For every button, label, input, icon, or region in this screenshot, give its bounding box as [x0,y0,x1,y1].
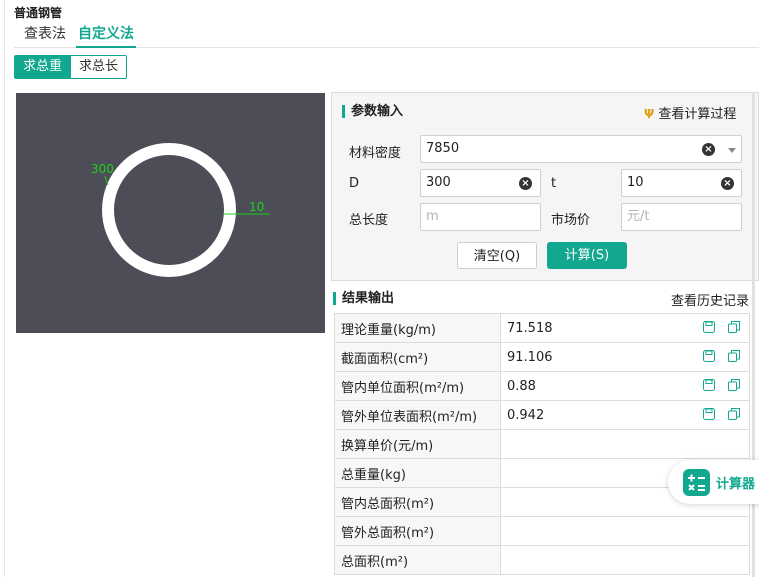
result-row: 管外总面积(m²) [334,516,750,546]
view-process-label: 查看计算过程 [658,107,737,122]
result-value-cell [500,545,750,575]
copy-icon[interactable] [728,321,740,333]
diameter-leader [104,175,109,186]
t-label: t [551,176,557,191]
diameter-label: 300 [91,162,114,176]
density-label: 材料密度 [349,146,402,161]
save-icon[interactable] [703,379,715,391]
params-panel: 参数输入 Ψ 查看计算过程 材料密度 7850 × D 300 × t 10 ×… [331,92,759,281]
calculator-icon [683,469,710,496]
result-row: 截面面积(cm²) 91.106 [334,342,750,372]
pipe-ring [102,143,236,277]
result-row: 管内单位面积(m²/m) 0.88 [334,371,750,401]
result-value: 0.942 [507,407,545,423]
result-value-cell: 91.106 [500,342,750,372]
d-clear-icon[interactable]: × [519,177,532,190]
result-row: 理论重量(kg/m) 71.518 [334,313,750,343]
thickness-label: 10 [249,200,264,214]
results-table: 理论重量(kg/m) 71.518 截面面积(cm²) 91.106 管内单位面积(m²… [334,313,750,575]
formula-icon: Ψ [644,107,655,121]
result-value-cell [500,516,750,546]
copy-icon[interactable] [728,408,740,420]
scrollbar[interactable] [752,92,755,577]
result-label: 管外单位表面积(m²/m) [334,400,501,430]
result-value-cell [500,429,750,459]
chevron-down-icon[interactable] [728,148,736,153]
result-row: 总面积(m²) [334,545,750,575]
result-value-cell: 0.88 [500,371,750,401]
pipe-preview: 300 10 [16,93,325,333]
result-value: 71.518 [507,320,553,336]
pipe-cross-section: 300 10 [91,143,270,277]
save-icon[interactable] [703,321,715,333]
price-label: 市场价 [551,213,591,228]
price-input[interactable]: 元/t [621,203,742,231]
tab-lookup[interactable]: 查表法 [22,24,68,46]
clear-button[interactable]: 清空(Q) [457,242,537,269]
view-history-link[interactable]: 查看历史记录 [671,290,749,309]
result-row: 换算单价(元/m) [334,429,750,459]
length-label: 总长度 [349,213,389,228]
result-row: 管外单位表面积(m²/m) 0.942 [334,400,750,430]
calculate-button[interactable]: 计算(S) [547,242,627,269]
mode-toggle: 求总重 求总长 [14,55,128,79]
view-process-link[interactable]: Ψ 查看计算过程 [644,103,736,122]
result-label: 管内总面积(m²) [334,487,501,517]
params-title: 参数输入 [342,105,403,118]
save-icon[interactable] [703,350,715,362]
calculator-label: 计算器 [716,477,756,492]
density-select[interactable]: 7850 [420,135,742,163]
result-label: 总重量(kg) [334,458,501,488]
result-label: 总面积(m²) [334,545,501,575]
copy-icon[interactable] [728,379,740,391]
result-label: 管外总面积(m²) [334,516,501,546]
result-label: 换算单价(元/m) [334,429,501,459]
result-label: 管内单位面积(m²/m) [334,371,501,401]
result-value-cell: 0.942 [500,400,750,430]
density-clear-icon[interactable]: × [702,143,715,156]
result-value: 0.88 [507,378,536,394]
result-value-cell: 71.518 [500,313,750,343]
mode-total-length-button[interactable]: 求总长 [71,55,128,79]
page-title: 普通钢管 [14,6,63,20]
left-divider [4,0,5,577]
calculator-float-button[interactable]: 计算器 [668,460,759,504]
save-icon[interactable] [703,408,715,420]
results-title: 结果输出 [333,292,394,305]
tab-bar: 查表法 自定义法 [14,24,759,48]
result-value: 91.106 [507,349,553,365]
copy-icon[interactable] [728,350,740,362]
length-input[interactable]: m [420,203,541,231]
t-clear-icon[interactable]: × [721,177,734,190]
mode-total-weight-button[interactable]: 求总重 [14,55,72,79]
result-label: 截面面积(cm²) [334,342,501,372]
d-label: D [349,176,360,191]
result-label: 理论重量(kg/m) [334,313,501,343]
tab-custom[interactable]: 自定义法 [76,24,136,48]
